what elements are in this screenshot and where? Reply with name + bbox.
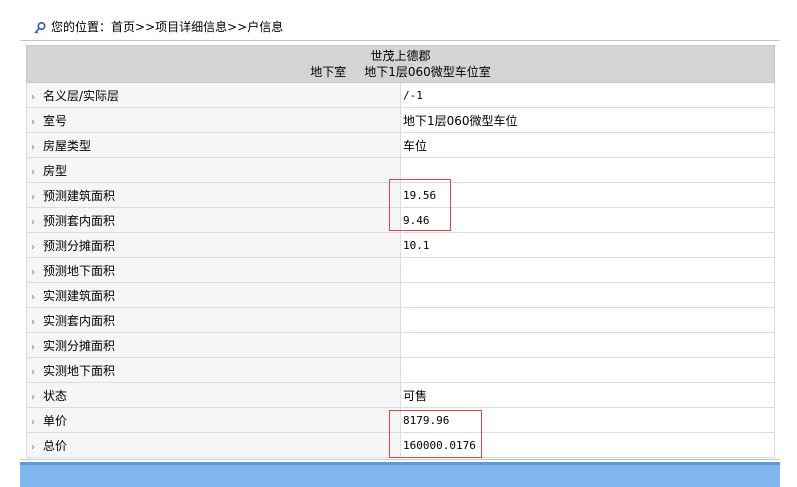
row-value bbox=[400, 257, 775, 283]
chevron-right-icon: › bbox=[31, 341, 35, 353]
row-label: 状态 bbox=[43, 388, 68, 403]
table-row: › 预测地下面积 bbox=[26, 257, 775, 283]
row-value bbox=[400, 307, 775, 333]
table-row: › 预测分摊面积 10.1 bbox=[26, 232, 775, 258]
table-row: › 室号 地下1层060微型车位 bbox=[26, 107, 775, 133]
row-label: 实测建筑面积 bbox=[43, 288, 116, 303]
row-label: 房屋类型 bbox=[43, 138, 92, 153]
chevron-right-icon: › bbox=[31, 166, 35, 178]
breadcrumb-path[interactable]: 首页>>项目详细信息>>户信息 bbox=[111, 20, 283, 34]
row-value bbox=[400, 157, 775, 183]
table-row: › 实测地下面积 bbox=[26, 357, 775, 383]
table-row: › 房屋类型 车位 bbox=[26, 132, 775, 158]
row-label: 预测套内面积 bbox=[43, 213, 116, 228]
table-row: › 总价 160000.0176 bbox=[26, 432, 775, 458]
table-bottom-rule bbox=[20, 459, 780, 460]
table-row: › 预测套内面积 9.46 bbox=[26, 207, 775, 233]
chevron-right-icon: › bbox=[31, 316, 35, 328]
breadcrumb-divider bbox=[20, 40, 780, 41]
table-row: › 单价 8179.96 bbox=[26, 407, 775, 433]
row-value: 车位 bbox=[400, 132, 775, 158]
table-row: › 名义层/实际层 /-1 bbox=[26, 82, 775, 108]
row-value bbox=[400, 282, 775, 308]
unit-info-table: 世茂上德郡 地下室 地下1层060微型车位室 › 名义层/实际层 /-1 › 室号 地下1… bbox=[26, 45, 775, 458]
row-value: 地下1层060微型车位 bbox=[400, 107, 775, 133]
table-row: › 实测分摊面积 bbox=[26, 332, 775, 358]
chevron-right-icon: › bbox=[31, 116, 35, 128]
row-label: 预测地下面积 bbox=[43, 263, 116, 278]
row-label: 总价 bbox=[43, 438, 68, 453]
row-value: 可售 bbox=[400, 382, 775, 408]
row-label: 实测套内面积 bbox=[43, 313, 116, 328]
table-row: › 实测建筑面积 bbox=[26, 282, 775, 308]
table-row: › 预测建筑面积 19.56 bbox=[26, 182, 775, 208]
footer-bar bbox=[20, 462, 780, 487]
row-value: /-1 bbox=[400, 82, 775, 108]
row-value: 19.56 bbox=[400, 182, 775, 208]
unit-name: 地下1层060微型车位室 bbox=[364, 65, 491, 79]
row-value: 160000.0176 bbox=[400, 432, 775, 458]
row-value: 10.1 bbox=[400, 232, 775, 258]
row-label: 实测分摊面积 bbox=[43, 338, 116, 353]
chevron-right-icon: › bbox=[31, 216, 35, 228]
row-label: 名义层/实际层 bbox=[43, 88, 120, 103]
project-name: 世茂上德郡 bbox=[370, 49, 431, 63]
row-label: 实测地下面积 bbox=[43, 363, 116, 378]
row-label: 室号 bbox=[43, 113, 68, 128]
row-value: 8179.96 bbox=[400, 407, 775, 433]
floor-name: 地下室 bbox=[310, 65, 347, 79]
chevron-right-icon: › bbox=[31, 141, 35, 153]
row-label: 房型 bbox=[43, 163, 68, 178]
row-label: 预测分摊面积 bbox=[43, 238, 116, 253]
row-label: 预测建筑面积 bbox=[43, 188, 116, 203]
chevron-right-icon: › bbox=[31, 416, 35, 428]
breadcrumb-prefix: 您的位置： bbox=[51, 20, 112, 34]
row-label: 单价 bbox=[43, 413, 68, 428]
chevron-right-icon: › bbox=[31, 266, 35, 278]
table-row: › 房型 bbox=[26, 157, 775, 183]
table-row: › 状态 可售 bbox=[26, 382, 775, 408]
chevron-right-icon: › bbox=[31, 91, 35, 103]
row-value bbox=[400, 357, 775, 383]
row-value bbox=[400, 332, 775, 358]
table-row: › 实测套内面积 bbox=[26, 307, 775, 333]
chevron-right-icon: › bbox=[31, 366, 35, 378]
chevron-right-icon: › bbox=[31, 291, 35, 303]
chevron-right-icon: › bbox=[31, 441, 35, 453]
key-icon bbox=[34, 21, 46, 34]
chevron-right-icon: › bbox=[31, 191, 35, 203]
chevron-right-icon: › bbox=[31, 391, 35, 403]
unit-location: 地下室 地下1层060微型车位室 bbox=[27, 64, 774, 80]
chevron-right-icon: › bbox=[31, 241, 35, 253]
header-cell: 世茂上德郡 地下室 地下1层060微型车位室 bbox=[26, 45, 775, 83]
breadcrumb: 您的位置：首页>>项目详细信息>>户信息 bbox=[33, 17, 283, 37]
row-value: 9.46 bbox=[400, 207, 775, 233]
table-header: 世茂上德郡 地下室 地下1层060微型车位室 bbox=[26, 45, 775, 83]
